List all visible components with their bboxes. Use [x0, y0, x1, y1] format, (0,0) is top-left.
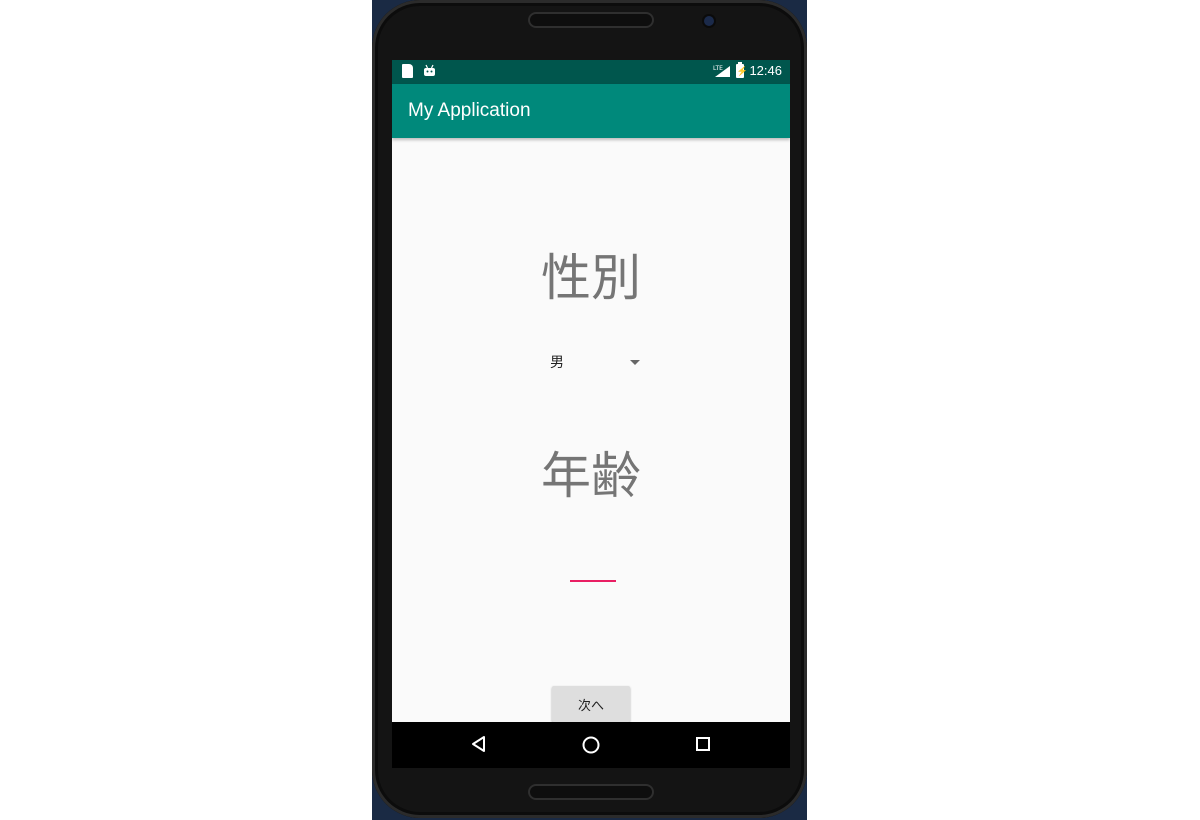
- bottom-speaker: [528, 784, 654, 800]
- age-label: 年齢: [541, 447, 641, 505]
- gender-label: 性別: [541, 249, 641, 307]
- app-toolbar: My Application: [392, 84, 790, 138]
- back-icon[interactable]: [470, 735, 488, 753]
- top-speaker: [528, 12, 654, 28]
- device-screen: LTE 12:46 My Application 性別 男 年齢 次へ: [392, 60, 790, 768]
- navigation-bar: [392, 722, 790, 768]
- home-icon[interactable]: [581, 735, 601, 755]
- main-content: 性別 男 年齢 次へ: [392, 138, 790, 722]
- age-input[interactable]: [570, 558, 616, 582]
- sd-card-icon: [402, 64, 413, 78]
- battery-charging-icon: [736, 61, 745, 78]
- front-camera: [704, 16, 714, 26]
- next-button[interactable]: 次へ: [552, 686, 630, 722]
- gender-spinner[interactable]: 男: [542, 350, 642, 374]
- gender-selected-value: 男: [550, 355, 564, 371]
- dropdown-arrow-icon: [630, 360, 640, 365]
- lte-signal-icon: LTE: [713, 64, 731, 78]
- android-icon: [423, 64, 436, 78]
- app-title: My Application: [408, 100, 531, 121]
- status-bar: LTE 12:46: [392, 60, 790, 84]
- recents-icon[interactable]: [694, 735, 712, 753]
- status-time: 12:46: [749, 63, 782, 78]
- svg-text:LTE: LTE: [713, 65, 723, 72]
